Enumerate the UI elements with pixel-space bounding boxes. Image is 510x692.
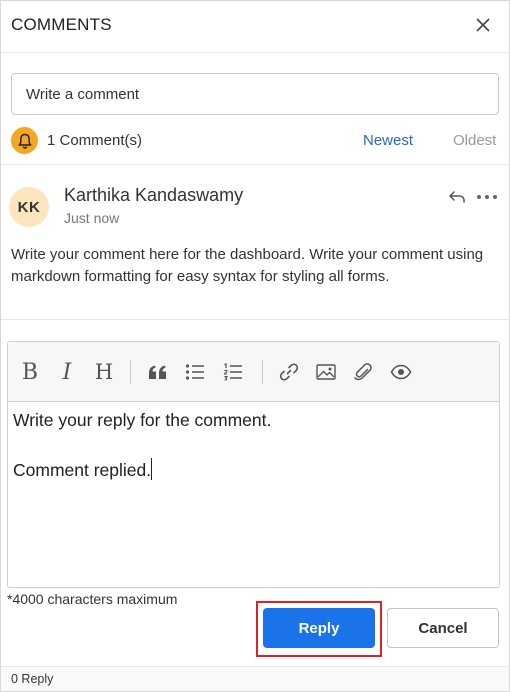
- toolbar-separator: [262, 360, 263, 384]
- comment-input[interactable]: [11, 73, 499, 115]
- panel-title: COMMENTS: [11, 15, 112, 34]
- link-icon[interactable]: [276, 359, 302, 385]
- divider: [1, 164, 509, 165]
- comment-text: Write your comment here for the dashboar…: [11, 246, 484, 285]
- heading-button[interactable]: H: [91, 359, 117, 385]
- panel-header: COMMENTS: [1, 1, 509, 53]
- sort-oldest-link[interactable]: Oldest: [453, 132, 496, 149]
- comment-timestamp: Just now: [64, 210, 120, 226]
- quote-icon[interactable]: [145, 359, 171, 385]
- reply-arrow-icon[interactable]: [447, 187, 467, 207]
- reply-count: 0 Reply: [11, 672, 54, 686]
- numbered-list-icon[interactable]: [220, 359, 246, 385]
- comment-author: Karthika Kandaswamy: [64, 185, 244, 205]
- avatar: KK: [9, 187, 49, 227]
- divider: [1, 319, 509, 320]
- editor-textarea[interactable]: Write your reply for the comment. Commen…: [13, 408, 271, 483]
- sort-newest-link[interactable]: Newest: [363, 132, 413, 149]
- italic-button[interactable]: I: [54, 359, 80, 385]
- panel-footer: 0 Reply: [1, 666, 509, 691]
- more-options-icon[interactable]: [475, 187, 499, 207]
- reply-button[interactable]: Reply: [263, 608, 375, 648]
- comment-count: 1 Comment(s): [47, 132, 143, 149]
- image-icon[interactable]: [313, 359, 339, 385]
- preview-eye-icon[interactable]: [388, 359, 414, 385]
- reply-editor: B I H Write your reply for the comment. …: [7, 341, 500, 588]
- editor-line: Comment replied.: [13, 460, 152, 480]
- attachment-icon[interactable]: [350, 359, 376, 385]
- bold-button[interactable]: B: [17, 359, 43, 385]
- comments-panel: COMMENTS 1 Comment(s) Newest Oldest KK K…: [0, 0, 510, 692]
- character-limit-note: *4000 characters maximum: [7, 591, 178, 607]
- editor-line: Write your reply for the comment.: [13, 410, 272, 430]
- close-icon[interactable]: [473, 15, 493, 35]
- text-caret: [151, 458, 153, 480]
- bell-icon: [11, 127, 38, 154]
- cancel-button[interactable]: Cancel: [387, 608, 499, 648]
- toolbar-separator: [130, 360, 131, 384]
- editor-toolbar: B I H: [8, 342, 499, 402]
- bulleted-list-icon[interactable]: [182, 359, 208, 385]
